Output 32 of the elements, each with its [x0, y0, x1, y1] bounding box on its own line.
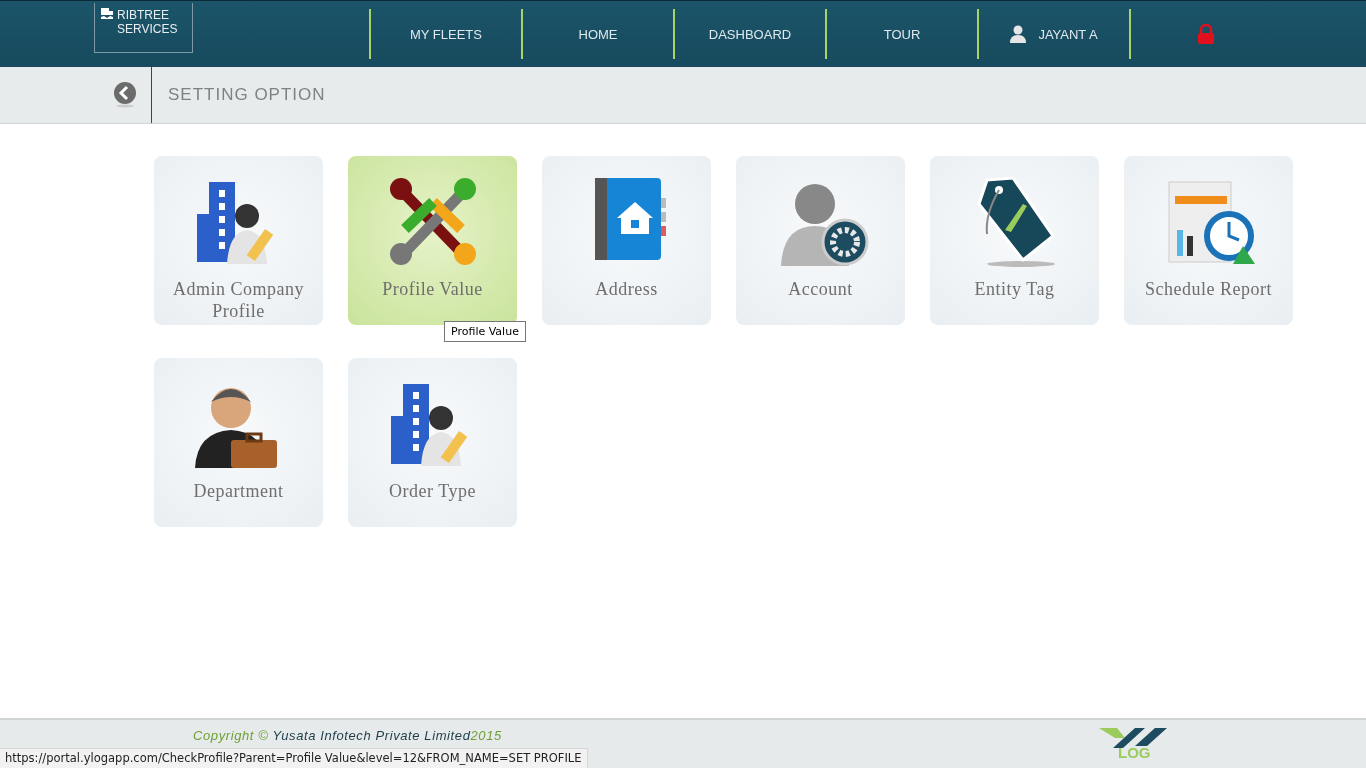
tile-label: Order Type: [388, 480, 477, 502]
tile-label: Admin Company Profile: [172, 278, 305, 322]
nav-link[interactable]: TOUR: [827, 9, 979, 59]
copyright-text: Copyright © Yusata Infotech Private Limited2015: [193, 728, 502, 743]
footer-logo: LOG: [1095, 726, 1175, 766]
tile-label: Address: [594, 278, 659, 300]
tile-label: Account: [787, 278, 854, 300]
nav-link[interactable]: DASHBOARD: [675, 9, 827, 59]
setting-tile[interactable]: Account: [736, 156, 905, 325]
tile-label: Entity Tag: [973, 278, 1056, 300]
back-icon[interactable]: [113, 82, 137, 108]
truck-icon: [101, 8, 113, 19]
brand-logo[interactable]: RIBTREE SERVICES: [94, 3, 193, 53]
tile-label: Profile Value: [381, 278, 484, 300]
nav-link[interactable]: MY FLEETS: [371, 9, 523, 59]
setting-tile[interactable]: Profile Value: [348, 156, 517, 325]
tooltip: Profile Value: [444, 321, 526, 342]
page-title: SETTING OPTION: [168, 85, 326, 105]
lock-icon: [1197, 24, 1215, 44]
setting-tile[interactable]: Admin Company Profile: [154, 156, 323, 325]
setting-tile[interactable]: Address: [542, 156, 711, 325]
status-url: https://portal.ylogapp.com/CheckProfile?Parent=Profile Value&level=12&FROM_NAME=SET PROFILE: [0, 748, 588, 768]
nav-link[interactable]: HOME: [523, 9, 675, 59]
tile-label: Schedule Report: [1144, 278, 1273, 300]
setting-tile[interactable]: Order Type: [348, 358, 517, 527]
setting-tile[interactable]: Entity Tag: [930, 156, 1099, 325]
setting-tile[interactable]: Department: [154, 358, 323, 527]
user-menu-link[interactable]: JAYANT A: [979, 9, 1131, 59]
tile-label: Department: [192, 480, 285, 502]
user-icon: [1010, 25, 1027, 43]
brand-name: RIBTREE SERVICES: [117, 8, 178, 38]
setting-tile[interactable]: Schedule Report: [1124, 156, 1293, 325]
